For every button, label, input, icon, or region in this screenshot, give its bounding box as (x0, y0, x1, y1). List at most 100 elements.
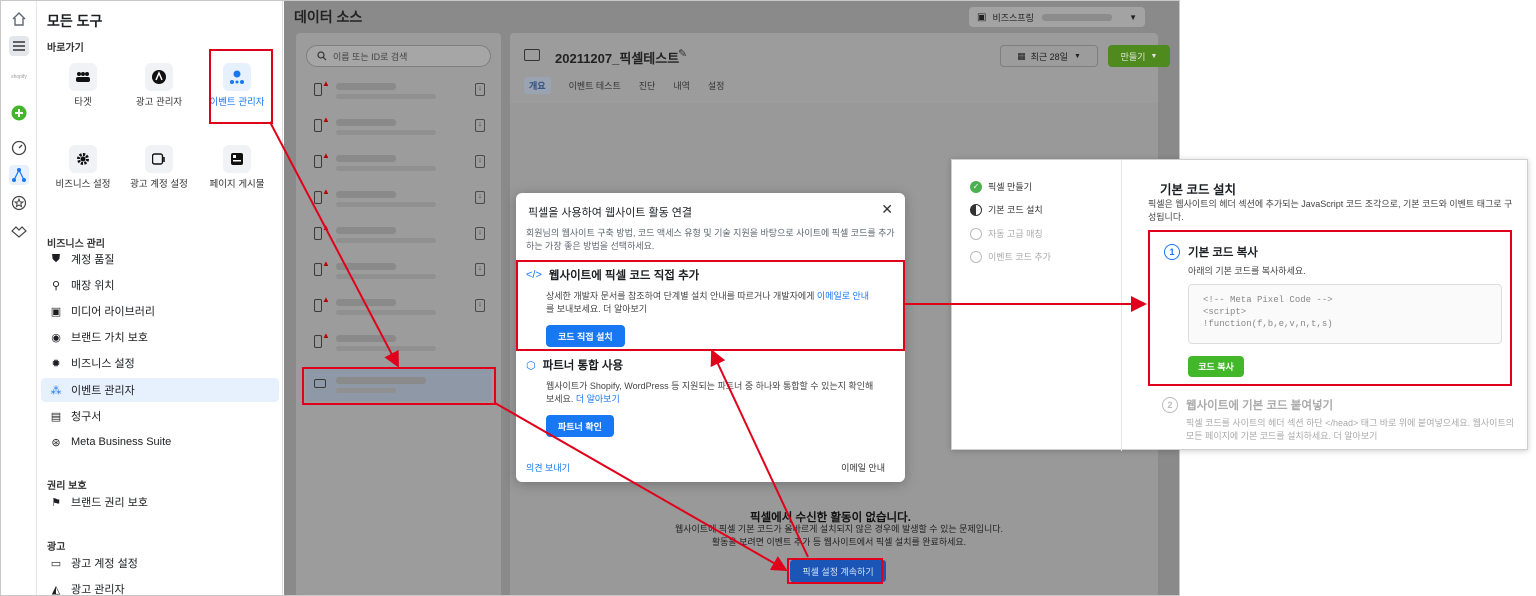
tools-item-brand-rights[interactable]: ⚑ 브랜드 권리 보호 (41, 490, 279, 514)
step1-description: 아래의 기본 코드를 복사하세요. (1188, 266, 1306, 276)
account-selector[interactable]: ▣ 비즈스프링 ▼ (969, 7, 1145, 27)
copy-base-code-section: 1 기본 코드 복사 아래의 기본 코드를 복사하세요. <!-- Meta Pi… (1148, 230, 1512, 386)
gear-icon (69, 145, 97, 173)
create-button[interactable]: 만들기 ▼ (1108, 45, 1170, 67)
shortcut-business-settings[interactable]: 비즈니스 설정 (47, 145, 119, 191)
tab-overview[interactable]: 개요 (524, 77, 551, 94)
tab-settings[interactable]: 설정 (708, 79, 725, 94)
highlight-continue-button (787, 558, 883, 584)
option-description: 웹사이트가 Shopify, WordPress 등 지원되는 파트너 중 하나… (546, 381, 874, 404)
edit-icon[interactable]: ✎ (678, 47, 687, 60)
shortcut-audience[interactable]: 타겟 (47, 63, 119, 109)
list-item[interactable]: ▲ ↓ (306, 253, 491, 287)
tab-diagnostics[interactable]: 진단 (639, 79, 656, 94)
tab-test-events[interactable]: 이벤트 테스트 (569, 79, 621, 94)
tools-item-meta-business-suite[interactable]: ⊛ Meta Business Suite (41, 430, 279, 454)
tools-item-media-library[interactable]: ▣ 미디어 라이브러리 (41, 299, 279, 323)
tools-item-ad-account-settings[interactable]: ▭ 광고 계정 설정 (41, 551, 279, 575)
code-snippet[interactable]: <!-- Meta Pixel Code --> <script> !funct… (1188, 284, 1502, 344)
account-id-redacted (1041, 13, 1112, 21)
account-label: 비즈스프링 (992, 12, 1034, 23)
device-icon (314, 227, 322, 240)
circle-icon (970, 250, 982, 263)
warning-icon: ▲ (322, 79, 330, 88)
step-advanced-matching[interactable]: 자동 고급 매칭 (970, 227, 1043, 240)
highlight-manual-install-option (516, 260, 905, 351)
highlight-events-manager-shortcut (209, 49, 273, 124)
device-icon (314, 119, 322, 132)
shortcut-ad-account-settings[interactable]: 광고 계정 설정 (123, 145, 195, 191)
shield-icon: ⛊ (51, 252, 61, 265)
handshake-icon[interactable] (9, 221, 29, 241)
add-icon[interactable] (9, 103, 29, 123)
modal-description: 회원님의 웹사이트 구축 방법, 코드 액세스 유형 및 기술 지원을 바탕으로… (526, 228, 895, 251)
list-item[interactable]: ▲ ↓ (306, 73, 491, 107)
shortcut-label: 광고 계정 설정 (130, 179, 188, 190)
dashboard-icon[interactable] (9, 138, 29, 158)
media-icon: ▣ (50, 305, 62, 318)
shortcut-page-posts[interactable]: 페이지 게시물 (201, 145, 273, 191)
list-item[interactable]: ▲ ↓ (306, 145, 491, 179)
search-input[interactable]: 이름 또는 ID로 검색 (306, 45, 491, 67)
email-instructions-link[interactable]: 이메일 안내 (841, 461, 885, 474)
empty-state-description: 웹사이트에 픽셀 기본 코드가 올바르게 설치되지 않은 경우에 발생할 수 있… (674, 524, 1004, 547)
brand-icon: ◉ (51, 331, 61, 344)
send-feedback-link[interactable]: 의견 보내기 (526, 461, 570, 474)
tools-item-business-settings[interactable]: ✹ 비즈니스 설정 (41, 351, 279, 375)
tools-item-account-quality[interactable]: ⛊ 계정 품질 (41, 247, 279, 271)
download-icon: ↓ (475, 263, 485, 276)
list-item[interactable]: ▲ ↓ (306, 109, 491, 143)
shortcuts-header: 바로가기 (47, 43, 84, 54)
ad-account-icon: ▭ (50, 557, 62, 570)
device-icon (314, 299, 322, 312)
data-source-list: 이름 또는 ID로 검색 ▲ ↓ ▲ ↓ ▲ ↓ ▲ ↓ ▲ ↓ ▲ ↓ ▲ ↓ ▲ (296, 33, 501, 595)
list-item[interactable]: ▲ ↓ (306, 181, 491, 215)
tools-item-ads-manager[interactable]: ◭ 광고 관리자 (41, 577, 279, 596)
list-item[interactable]: ▲ ↓ (306, 217, 491, 251)
tools-item-events-manager[interactable]: ⁂ 이벤트 관리자 (41, 378, 279, 402)
tools-item-billing[interactable]: ▤ 청구서 (41, 404, 279, 428)
calendar-icon: ▦ (1017, 50, 1026, 61)
tools-item-brand-safety[interactable]: ◉ 브랜드 가치 보호 (41, 325, 279, 349)
warning-icon: ▲ (322, 295, 330, 304)
step2-title: 2 웹사이트에 기본 코드 붙여넣기 (1162, 397, 1333, 413)
step-install-base-code[interactable]: 기본 코드 설치 (970, 203, 1043, 216)
warning-icon: ▲ (322, 331, 330, 340)
pixel-tabs: 개요 이벤트 테스트 진단 내역 설정 (524, 77, 725, 94)
warning-icon: ▲ (322, 187, 330, 196)
download-icon: ↓ (475, 119, 485, 132)
panel-heading: 기본 코드 설치 (1160, 183, 1236, 197)
close-icon[interactable]: ✕ (881, 201, 893, 218)
home-icon[interactable] (9, 9, 29, 29)
shortcut-ads-manager[interactable]: 광고 관리자 (123, 63, 195, 109)
location-icon: ⚲ (51, 279, 61, 292)
warning-icon: ▲ (322, 151, 330, 160)
chevron-down-icon: ▼ (1073, 52, 1081, 60)
page-posts-icon (223, 145, 251, 173)
check-partners-button[interactable]: 파트너 확인 (546, 415, 614, 437)
option-partner-integration[interactable]: ⬡ 파트너 통합 사용 웹사이트가 Shopify, WordPress 등 지원… (526, 357, 896, 437)
star-icon[interactable] (9, 193, 29, 213)
tab-history[interactable]: 내역 (673, 79, 690, 94)
date-range-label: 최근 28일 (1030, 51, 1068, 62)
ads-manager-icon: ◭ (51, 583, 61, 596)
copy-code-button[interactable]: 코드 복사 (1188, 356, 1244, 377)
list-item[interactable]: ▲ (306, 325, 491, 359)
warning-icon: ▲ (322, 223, 330, 232)
step-add-event-code[interactable]: 이벤트 코드 추가 (970, 250, 1051, 263)
network-icon[interactable] (9, 165, 29, 185)
page-title: 데이터 소스 (294, 9, 363, 25)
learn-more-link[interactable]: 더 알아보기 (576, 394, 620, 404)
step2-description: 픽셀 코드를 사이트의 헤더 섹션 하단 </head> 태그 바로 위에 붙여… (1186, 418, 1515, 441)
shopify-logo[interactable]: shopify (9, 67, 29, 87)
list-item[interactable]: ▲ ↓ (306, 289, 491, 323)
tools-item-store-locations[interactable]: ⚲ 매장 위치 (41, 273, 279, 297)
download-icon: ↓ (475, 83, 485, 96)
date-range-selector[interactable]: ▦ 최근 28일 ▼ (1000, 45, 1098, 67)
pixel-header: 20211207_픽셀테스트 ✎ ▦ 최근 28일 ▼ 만들기 ▼ 개요 이벤트… (510, 33, 1170, 103)
shortcut-label: 페이지 게시물 (209, 179, 265, 190)
menu-icon[interactable] (9, 36, 29, 56)
step-create-pixel[interactable]: ✓ 픽셀 만들기 (970, 180, 1032, 193)
warning-icon: ▲ (322, 259, 330, 268)
install-base-code-panel: ✓ 픽셀 만들기 기본 코드 설치 자동 고급 매칭 이벤트 코드 추가 기본 코… (951, 159, 1528, 451)
